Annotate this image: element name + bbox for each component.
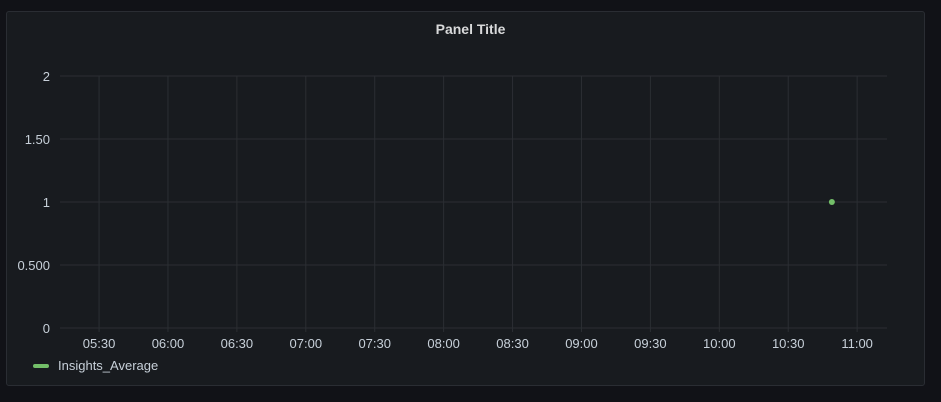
x-tick-label: 10:00 xyxy=(703,336,736,351)
x-tick-label: 09:30 xyxy=(634,336,667,351)
x-tick-label: 11:00 xyxy=(841,336,873,351)
x-tick-label: 06:30 xyxy=(221,336,254,351)
legend-item[interactable]: Insights_Average xyxy=(33,358,158,373)
x-tick-label: 10:30 xyxy=(772,336,805,351)
chart-plot: 0 0.500 1 1.50 2 05:30 06:00 06:30 07:00 07:30 08:… xyxy=(17,69,887,351)
x-tick-label: 06:00 xyxy=(152,336,185,351)
y-tick-label: 0.500 xyxy=(17,258,50,273)
x-tick-label: 07:30 xyxy=(358,336,391,351)
y-tick-label: 1.50 xyxy=(25,132,50,147)
y-tick-label: 0 xyxy=(43,321,50,336)
x-tick-label: 08:30 xyxy=(496,336,529,351)
x-tick-label: 07:00 xyxy=(290,336,323,351)
legend-label: Insights_Average xyxy=(58,358,159,373)
x-tick-label: 08:00 xyxy=(427,336,460,351)
x-tick-label: 05:30 xyxy=(83,336,116,351)
y-tick-label: 2 xyxy=(43,69,50,84)
y-tick-label: 1 xyxy=(43,195,50,210)
x-tick-label: 09:00 xyxy=(565,336,598,351)
legend-swatch xyxy=(33,363,49,368)
data-point xyxy=(828,199,835,205)
